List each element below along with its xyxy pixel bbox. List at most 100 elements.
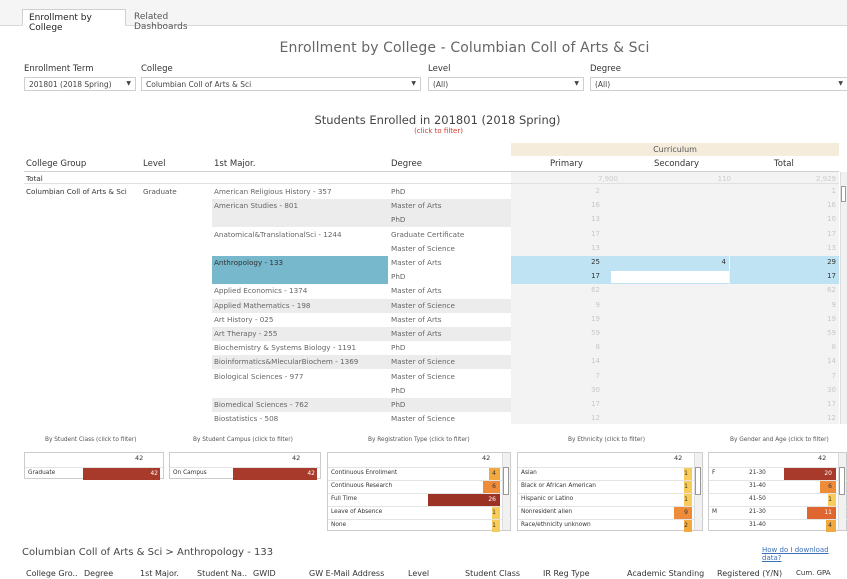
- ethnicity-bar-row[interactable]: Black or African American 1: [518, 480, 704, 493]
- ethnicity-bar-row[interactable]: Race/ethnicity unknown 2: [518, 519, 704, 532]
- total-value[interactable]: 10: [776, 215, 836, 223]
- total-value[interactable]: 19: [776, 315, 836, 323]
- total-value[interactable]: 17: [776, 230, 836, 238]
- student_class-chart-title[interactable]: By Student Class (click to filter): [45, 437, 136, 443]
- degree-cell[interactable]: Master of Science: [391, 372, 455, 381]
- table-row[interactable]: PhD 17 17: [0, 270, 847, 285]
- degree-cell[interactable]: Master of Arts: [391, 258, 441, 267]
- download-data-link[interactable]: How do I download data?: [762, 546, 847, 562]
- degree-cell[interactable]: Master of Arts: [391, 329, 441, 338]
- degree-cell[interactable]: Master of Science: [391, 414, 455, 423]
- gender_age-bar-row[interactable]: 31-40 6: [709, 480, 847, 493]
- detail-col-header[interactable]: IR Reg Type: [543, 569, 590, 578]
- student_class-bar-row[interactable]: Graduate 42: [25, 467, 165, 480]
- major-cell[interactable]: Biological Sciences - 977: [212, 370, 388, 384]
- detail-col-header[interactable]: Level: [408, 569, 429, 578]
- registration_type-chart[interactable]: 42 Continuous Enrollment 4 Continuous Resea…: [327, 452, 512, 532]
- detail-col-header[interactable]: Academic Standing: [627, 569, 704, 578]
- degree-cell[interactable]: Master of Science: [391, 244, 455, 253]
- table-scrollbar[interactable]: [840, 172, 847, 424]
- degree-cell[interactable]: PhD: [391, 400, 405, 409]
- ethnicity-bar-row[interactable]: Hispanic or Latino 1: [518, 493, 704, 506]
- primary-value[interactable]: 17: [540, 400, 600, 408]
- major-cell[interactable]: American Religious History - 357: [212, 185, 388, 199]
- primary-value[interactable]: 19: [540, 315, 600, 323]
- total-value[interactable]: 12: [776, 414, 836, 422]
- major-cell[interactable]: Biostatistics - 508: [212, 412, 388, 426]
- total-value[interactable]: 17: [776, 272, 836, 280]
- degree-cell[interactable]: PhD: [391, 343, 405, 352]
- gender_age-bar-row[interactable]: F 21-30 20: [709, 467, 847, 480]
- primary-value[interactable]: 12: [540, 414, 600, 422]
- gender_age-bar-row[interactable]: M 21-30 11: [709, 506, 847, 519]
- gender_age-bar-row[interactable]: 41-50 1: [709, 493, 847, 506]
- table-row[interactable]: PhD 13 10: [0, 213, 847, 227]
- ethnicity-bar-row[interactable]: Nonresident alien 9: [518, 506, 704, 519]
- major-cell[interactable]: Art Therapy - 255: [212, 327, 388, 341]
- student_class-chart[interactable]: 42 Graduate 42: [24, 452, 165, 480]
- detail-col-header[interactable]: Degree: [84, 569, 113, 578]
- detail-col-header[interactable]: 1st Major.: [140, 569, 179, 578]
- table-row[interactable]: Bioinformatics&MlecularBiochem - 1369 Mas…: [0, 355, 847, 369]
- primary-value[interactable]: 17: [540, 230, 600, 238]
- table-row[interactable]: Biostatistics - 508 Master of Science 12 12: [0, 412, 847, 426]
- detail-col-header[interactable]: Cum. GPA: [796, 569, 831, 577]
- primary-value[interactable]: 14: [540, 357, 600, 365]
- table-row[interactable]: Biomedical Sciences - 762 PhD 17 17: [0, 398, 847, 412]
- total-value[interactable]: 9: [776, 301, 836, 309]
- total-value[interactable]: 17: [776, 400, 836, 408]
- table-scroll-thumb[interactable]: [841, 186, 846, 202]
- table-row[interactable]: American Religious History - 357 PhD 2 1: [0, 185, 847, 199]
- gender_age-bar-row[interactable]: 31-40 4: [709, 519, 847, 532]
- detail-col-header[interactable]: College Gro..: [26, 569, 78, 578]
- major-cell[interactable]: Anatomical&TranslationalSci - 1244: [212, 228, 388, 242]
- degree-cell[interactable]: PhD: [391, 386, 405, 395]
- registration_type-bar-row[interactable]: Full Time 26: [328, 493, 512, 506]
- total-value[interactable]: 1: [776, 187, 836, 195]
- detail-col-header[interactable]: Student Class: [465, 569, 520, 578]
- degree-cell[interactable]: Master of Science: [391, 357, 455, 366]
- gender_age-chart[interactable]: 42 F 21-30 20 31-40 6 41-50 1 M 21-30 11 31-40 4: [708, 452, 847, 532]
- ethnicity-chart[interactable]: 42 Asian 1 Black or African American 1 Hispan…: [517, 452, 704, 532]
- student_campus-chart[interactable]: 42 On Campus 42: [169, 452, 322, 480]
- table-row[interactable]: Art History - 025 Master of Arts 19 19: [0, 313, 847, 327]
- table-row[interactable]: Biological Sciences - 977 Master of Scien…: [0, 370, 847, 384]
- primary-value[interactable]: 16: [540, 201, 600, 209]
- ethnicity-bar-row[interactable]: Asian 1: [518, 467, 704, 480]
- primary-value[interactable]: 30: [540, 386, 600, 394]
- degree-cell[interactable]: Master of Arts: [391, 286, 441, 295]
- primary-value[interactable]: 62: [540, 286, 600, 294]
- detail-col-header[interactable]: GW E-Mail Address: [309, 569, 384, 578]
- degree-cell[interactable]: Graduate Certificate: [391, 230, 464, 239]
- primary-value[interactable]: 13: [540, 215, 600, 223]
- total-value[interactable]: 14: [776, 357, 836, 365]
- major-cell[interactable]: Art History - 025: [212, 313, 388, 327]
- college-select[interactable]: Columbian Coll of Arts & Sci ▼: [141, 77, 421, 91]
- primary-value[interactable]: 13: [540, 244, 600, 252]
- registration_type-bar-row[interactable]: Continuous Enrollment 4: [328, 467, 512, 480]
- major-cell[interactable]: Biochemistry & Systems Biology - 1191: [212, 341, 388, 355]
- total-value[interactable]: 30: [776, 386, 836, 394]
- primary-value[interactable]: 8: [540, 343, 600, 351]
- primary-value[interactable]: 59: [540, 329, 600, 337]
- table-row[interactable]: PhD 30 30: [0, 384, 847, 398]
- registration_type-bar-row[interactable]: Leave of Absence 1: [328, 506, 512, 519]
- registration_type-chart-title[interactable]: By Registration Type (click to filter): [368, 437, 470, 443]
- major-cell[interactable]: Bioinformatics&MlecularBiochem - 1369: [212, 355, 388, 369]
- student_campus-chart-title[interactable]: By Student Campus (click to filter): [193, 437, 293, 443]
- total-value[interactable]: 59: [776, 329, 836, 337]
- click-to-filter-hint[interactable]: (click to filter): [0, 127, 847, 135]
- major-cell[interactable]: American Studies - 801: [212, 199, 388, 213]
- total-value[interactable]: 8: [776, 343, 836, 351]
- student_campus-bar-row[interactable]: On Campus 42: [170, 467, 322, 480]
- total-value[interactable]: 29: [776, 258, 836, 266]
- degree-cell[interactable]: Master of Arts: [391, 315, 441, 324]
- secondary-value[interactable]: 4: [666, 258, 726, 266]
- major-cell[interactable]: Applied Mathematics - 198: [212, 299, 388, 313]
- registration_type-scroll-thumb[interactable]: [503, 467, 509, 495]
- degree-cell[interactable]: PhD: [391, 215, 405, 224]
- primary-value[interactable]: 9: [540, 301, 600, 309]
- total-value[interactable]: 7: [776, 372, 836, 380]
- table-row[interactable]: Biochemistry & Systems Biology - 1191 PhD…: [0, 341, 847, 355]
- total-row[interactable]: Total 7,900 110 2,929: [24, 172, 839, 184]
